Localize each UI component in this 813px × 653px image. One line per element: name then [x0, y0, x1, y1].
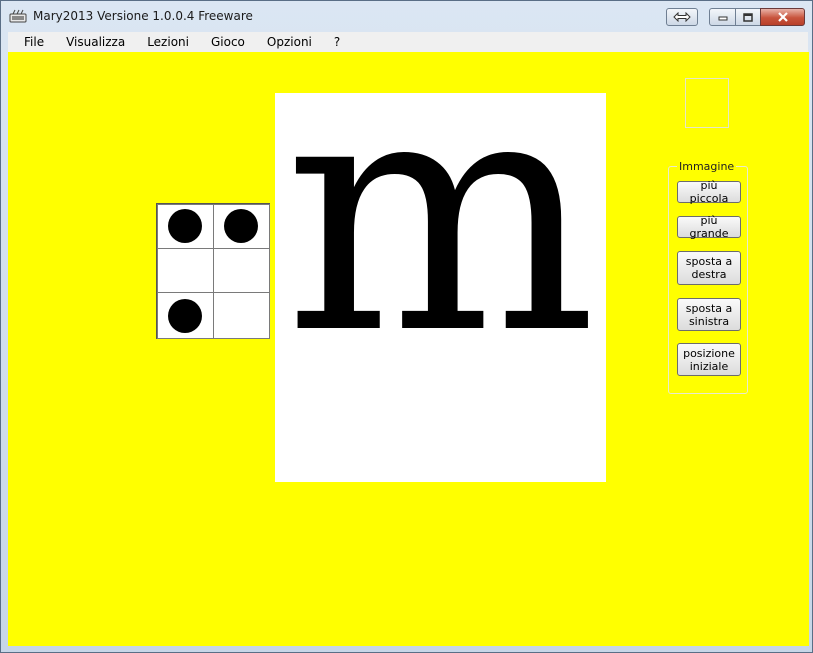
reset-position-button-label: posizione iniziale: [683, 346, 735, 373]
smaller-button-label: più piccola: [689, 179, 729, 205]
menu-visualizza[interactable]: Visualizza: [52, 35, 133, 49]
reset-position-button[interactable]: posizione iniziale: [677, 343, 741, 376]
image-group: Immagine più piccola più grande sposta a…: [668, 160, 748, 394]
maximize-icon: [743, 12, 753, 22]
double-arrow-icon: [673, 12, 691, 22]
braille-dot-3: [168, 299, 202, 333]
main-canvas: m Immagine più piccola più grande sposta…: [8, 52, 809, 646]
app-window: Mary2013 Versione 1.0.0.4 Freeware File …: [0, 0, 813, 653]
move-right-button[interactable]: sposta a destra: [677, 251, 741, 285]
move-left-button[interactable]: sposta a sinistra: [677, 298, 741, 331]
minimize-button[interactable]: [709, 8, 736, 26]
close-button[interactable]: [760, 8, 805, 26]
braille-dot-4: [224, 209, 258, 243]
menu-gioco[interactable]: Gioco: [197, 35, 253, 49]
letter-panel: m: [275, 93, 606, 482]
move-left-button-label: sposta a sinistra: [685, 301, 733, 328]
braille-dot-slot-5: [213, 248, 270, 293]
braille-dot-slot-6: [213, 292, 270, 339]
maximize-button[interactable]: [735, 8, 761, 26]
larger-button[interactable]: più grande: [677, 214, 741, 240]
menu-file[interactable]: File: [8, 35, 52, 49]
image-group-label: Immagine: [677, 160, 737, 173]
window-title: Mary2013 Versione 1.0.0.4 Freeware: [33, 9, 253, 23]
letter-display: m: [284, 93, 597, 406]
braille-dot-slot-3: [157, 292, 214, 339]
braille-dot-slot-1: [157, 204, 214, 249]
braille-dot-slot-2: [157, 248, 214, 293]
braille-dot-slot-4: [213, 204, 270, 249]
swap-button[interactable]: [666, 8, 698, 26]
menu-bar: File Visualizza Lezioni Gioco Opzioni ?: [8, 32, 808, 52]
larger-button-label: più grande: [689, 214, 729, 240]
smaller-button[interactable]: più piccola: [677, 179, 741, 205]
image-preview: [685, 78, 729, 128]
braille-cell: [156, 203, 270, 339]
move-right-button-label: sposta a destra: [685, 255, 733, 281]
minimize-icon: [718, 16, 727, 21]
braille-dot-1: [168, 209, 202, 243]
menu-help[interactable]: ?: [320, 35, 348, 49]
menu-opzioni[interactable]: Opzioni: [253, 35, 320, 49]
app-icon: [9, 9, 27, 23]
title-bar[interactable]: Mary2013 Versione 1.0.0.4 Freeware: [1, 1, 812, 32]
close-icon: [777, 12, 788, 22]
menu-lezioni[interactable]: Lezioni: [133, 35, 197, 49]
